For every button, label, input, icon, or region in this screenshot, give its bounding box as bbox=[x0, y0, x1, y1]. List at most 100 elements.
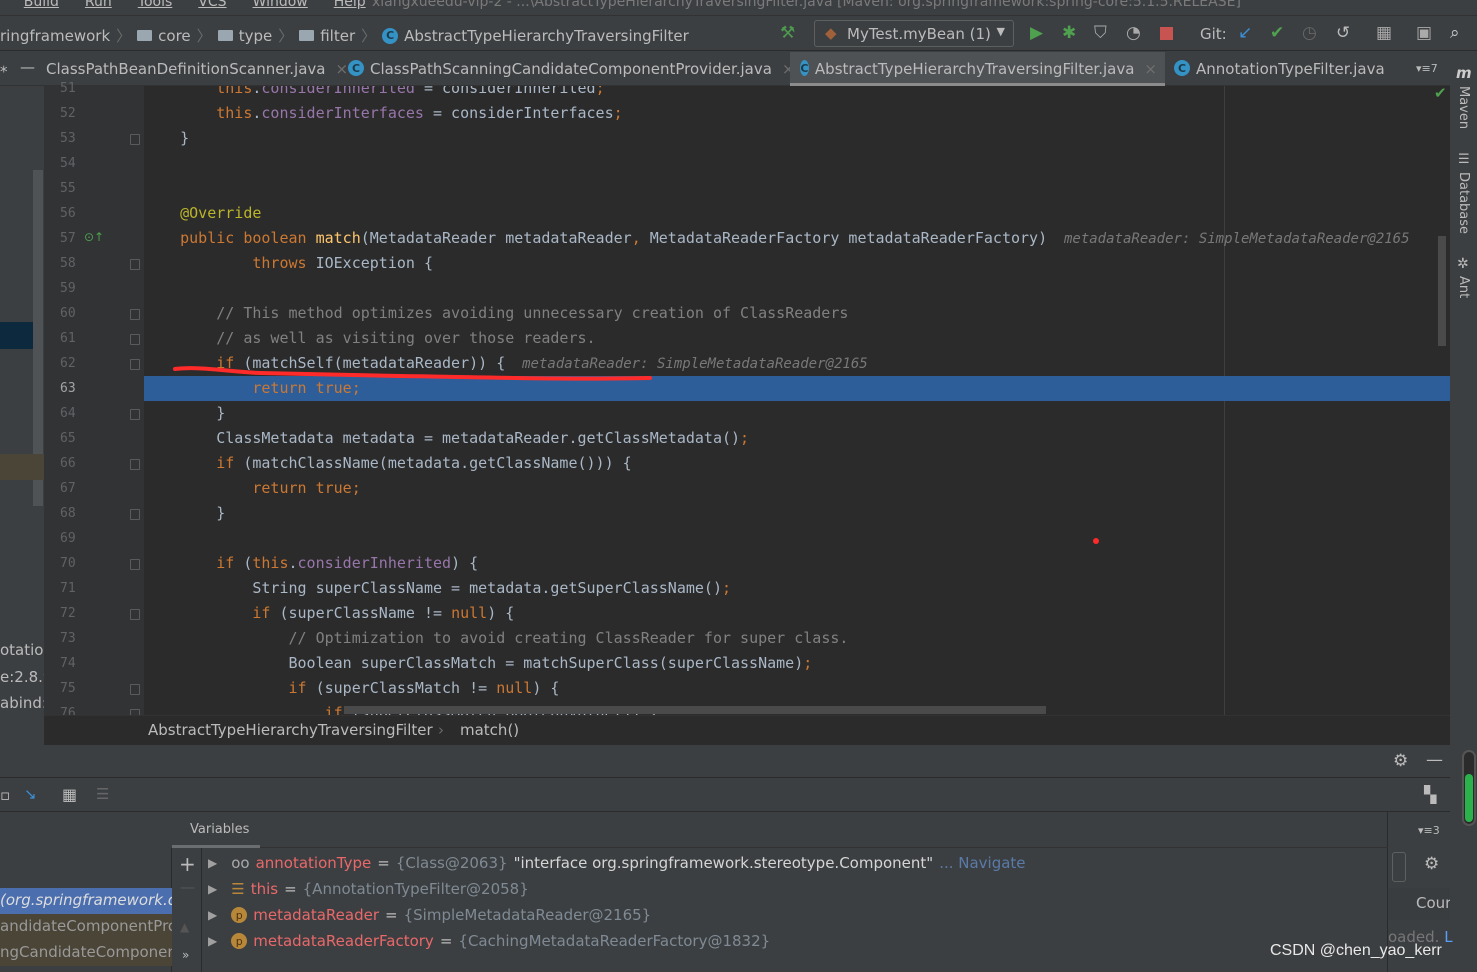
run-anything-icon[interactable]: ▣ bbox=[1416, 23, 1432, 43]
trace-icon[interactable]: ☰ bbox=[96, 785, 109, 803]
line-number[interactable]: 75 bbox=[60, 681, 90, 696]
move-up-icon[interactable]: ▲ bbox=[180, 920, 189, 934]
line-number[interactable]: 64 bbox=[60, 406, 90, 421]
fold-marker-icon[interactable] bbox=[130, 359, 140, 370]
profile-icon[interactable]: ◔ bbox=[1126, 23, 1141, 43]
menu-window[interactable]: Window bbox=[253, 0, 308, 10]
layout-icon[interactable]: ▚ bbox=[1424, 785, 1436, 804]
tool-maven[interactable]: Maven bbox=[1456, 86, 1471, 129]
fold-marker-icon[interactable] bbox=[130, 459, 140, 470]
fold-marker-icon[interactable] bbox=[130, 134, 140, 145]
git-history-icon[interactable]: ◷ bbox=[1302, 23, 1317, 43]
counter-header[interactable]: Cour bbox=[1388, 888, 1450, 920]
line-number[interactable]: 71 bbox=[60, 581, 90, 596]
frame-item[interactable]: ngCandidateComponent bbox=[0, 940, 172, 966]
line-number[interactable]: 72 bbox=[60, 606, 90, 621]
line-number[interactable]: 51 bbox=[60, 81, 90, 96]
fold-marker-icon[interactable] bbox=[130, 259, 140, 270]
overflow-button[interactable]: ▾≡3 bbox=[1418, 824, 1440, 837]
line-number[interactable]: 74 bbox=[60, 656, 90, 671]
line-number[interactable]: 67 bbox=[60, 481, 90, 496]
fold-marker-icon[interactable] bbox=[130, 684, 140, 695]
line-number[interactable]: 65 bbox=[60, 431, 90, 446]
close-icon[interactable]: × bbox=[1144, 60, 1157, 83]
line-number[interactable]: 63 bbox=[60, 381, 90, 396]
collapse-icon[interactable]: — bbox=[20, 58, 35, 76]
fold-marker-icon[interactable] bbox=[130, 559, 140, 570]
variable-row[interactable]: ▶ ☰ this = {AnnotationTypeFilter@2058} bbox=[208, 876, 529, 902]
minimize-icon[interactable]: — bbox=[1426, 750, 1443, 770]
fold-marker-icon[interactable] bbox=[130, 334, 140, 345]
horizontal-scrollbar[interactable] bbox=[344, 706, 1046, 714]
memory-indicator[interactable] bbox=[1462, 750, 1476, 826]
build-hammer-icon[interactable]: ⚒ bbox=[780, 23, 795, 43]
coverage-icon[interactable]: ⛉ bbox=[1094, 23, 1107, 43]
variable-row[interactable]: ▶ oo annotationType = {Class@2063} "inter… bbox=[208, 850, 1026, 876]
tabs-overflow-button[interactable]: ▾≡7 bbox=[1416, 62, 1438, 75]
expand-arrow-icon[interactable]: ▶ bbox=[208, 934, 217, 948]
menu-tools[interactable]: Tools bbox=[138, 0, 173, 10]
vertical-scrollbar[interactable] bbox=[1438, 236, 1446, 346]
gear-icon[interactable]: ⚙ bbox=[1393, 751, 1408, 771]
frame-item[interactable]: (org.springframework.c bbox=[0, 888, 172, 914]
project-structure-icon[interactable]: ▦ bbox=[1376, 23, 1392, 43]
crumb-filter[interactable]: filter bbox=[320, 27, 355, 45]
tool-database[interactable]: Database bbox=[1456, 172, 1471, 234]
expand-arrow-icon[interactable]: ▶ bbox=[208, 856, 217, 870]
run-icon[interactable]: ▶ bbox=[1030, 23, 1043, 43]
menu-vcs[interactable]: VCS bbox=[198, 0, 226, 10]
line-number[interactable]: 70 bbox=[60, 556, 90, 571]
rollback-icon[interactable]: ↺ bbox=[1336, 23, 1350, 43]
add-watch-icon[interactable]: + bbox=[179, 852, 196, 876]
line-number[interactable]: 52 bbox=[60, 106, 90, 121]
git-update-icon[interactable]: ↙ bbox=[1238, 23, 1252, 43]
remove-watch-icon[interactable]: — bbox=[180, 878, 195, 896]
override-marker-icon[interactable]: ⊙↑ bbox=[84, 230, 104, 244]
tree-item[interactable]: otatio bbox=[0, 641, 43, 659]
frame-item[interactable]: andidateComponentPro bbox=[0, 914, 172, 940]
stop-icon[interactable] bbox=[1160, 27, 1173, 40]
variable-row[interactable]: ▶ p metadataReaderFactory = {CachingMetad… bbox=[208, 928, 770, 954]
run-to-cursor-icon[interactable]: ↘ bbox=[24, 785, 37, 803]
tab-classpathbeandefinitionscanner[interactable]: ClassPathBeanDefinitionScanner.java × bbox=[46, 52, 348, 86]
line-number[interactable]: 73 bbox=[60, 631, 90, 646]
crumb-type[interactable]: type bbox=[239, 27, 273, 45]
tool-ant[interactable]: Ant bbox=[1456, 276, 1471, 298]
crumb-core[interactable]: core bbox=[158, 27, 191, 45]
tab-annotationtypefilter[interactable]: C AnnotationTypeFilter.java bbox=[1174, 52, 1385, 86]
expand-arrow-icon[interactable]: ▶ bbox=[208, 882, 217, 896]
fold-marker-icon[interactable] bbox=[130, 309, 140, 320]
tree-item[interactable]: e:2.8.9 bbox=[0, 668, 44, 686]
crumb-method[interactable]: match() bbox=[460, 721, 519, 739]
menu-help[interactable]: Help bbox=[334, 0, 366, 10]
line-number[interactable]: 66 bbox=[60, 456, 90, 471]
code-editor[interactable]: this.considerInherited = considerInherit… bbox=[144, 86, 1450, 716]
git-commit-check-icon[interactable]: ✔ bbox=[1270, 23, 1284, 43]
menu-build[interactable]: Build bbox=[24, 0, 59, 10]
crumb-package[interactable]: ringframework bbox=[0, 27, 110, 45]
status-link[interactable]: L bbox=[1444, 928, 1452, 946]
menu-run[interactable]: Run bbox=[85, 0, 112, 10]
toolbar-icon[interactable]: ▫ bbox=[0, 786, 10, 804]
line-number[interactable]: 60 bbox=[60, 306, 90, 321]
line-number[interactable]: 56 bbox=[60, 206, 90, 221]
line-number[interactable]: 55 bbox=[60, 181, 90, 196]
debug-bug-icon[interactable]: ✱ bbox=[1062, 23, 1076, 43]
crumb-class[interactable]: AbstractTypeHierarchyTraversingFilter bbox=[148, 721, 433, 739]
line-number[interactable]: 68 bbox=[60, 506, 90, 521]
crumb-class[interactable]: AbstractTypeHierarchyTraversingFilter bbox=[404, 27, 689, 45]
run-configuration-select[interactable]: ◆ MyTest.myBean (1) ▼ bbox=[814, 20, 1014, 47]
evaluate-expression-calculator-icon[interactable]: ▦ bbox=[62, 785, 77, 804]
line-number[interactable]: 58 bbox=[60, 256, 90, 271]
line-number[interactable]: 53 bbox=[60, 131, 90, 146]
tab-variables[interactable]: Variables bbox=[172, 812, 260, 848]
tree-item[interactable]: abind: bbox=[0, 694, 44, 712]
more-icon[interactable]: » bbox=[182, 948, 189, 962]
fold-marker-icon[interactable] bbox=[130, 609, 140, 620]
search-field[interactable] bbox=[1392, 852, 1406, 882]
line-number[interactable]: 61 bbox=[60, 331, 90, 346]
fold-marker-icon[interactable] bbox=[130, 509, 140, 520]
settings-icon[interactable]: ⁎ bbox=[0, 58, 8, 76]
line-number[interactable]: 59 bbox=[60, 281, 90, 296]
inspection-ok-check-icon[interactable]: ✔ bbox=[1434, 86, 1447, 102]
